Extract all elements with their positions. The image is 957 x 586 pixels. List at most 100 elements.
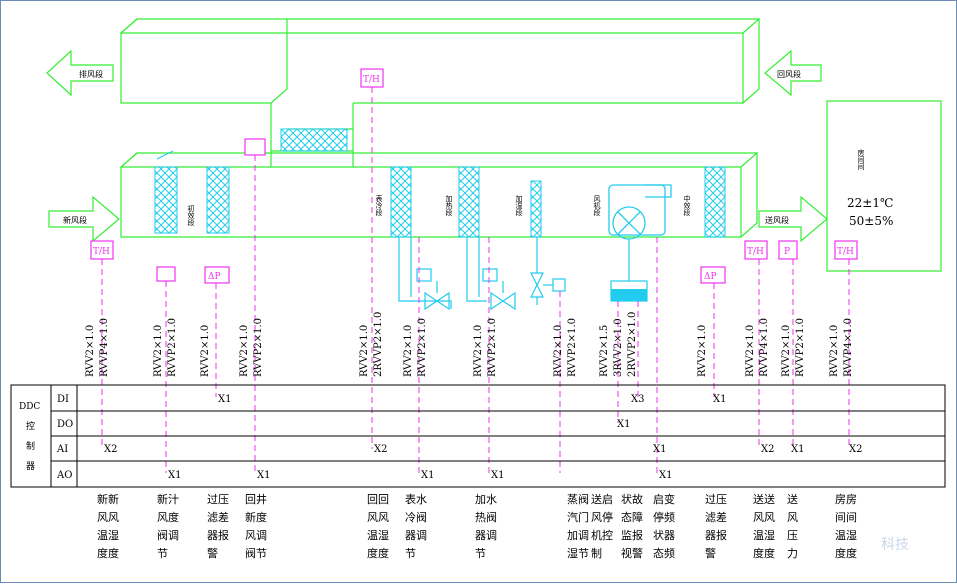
coarse-dp-sensor: ΔP bbox=[204, 266, 230, 284]
cable-spec: RVVP4×1.0 bbox=[759, 318, 770, 377]
return-air-label: 回风段 bbox=[777, 69, 801, 79]
point-description: 度度 bbox=[97, 546, 119, 560]
point-description: 节 bbox=[405, 547, 416, 560]
heater-label: 加热段 bbox=[445, 194, 453, 217]
point-description: 送启 bbox=[591, 492, 613, 506]
point-description: 度度 bbox=[753, 546, 775, 560]
point-description: 警 bbox=[207, 546, 218, 560]
room-temperature-setpoint: 22±1℃ bbox=[847, 196, 893, 210]
point-description: 蒸阀 bbox=[567, 492, 589, 506]
cable-spec: RVVP2×1.0 bbox=[167, 318, 178, 377]
cable-spec: RVVP2×1.0 bbox=[417, 318, 428, 377]
point-description: 送 bbox=[787, 492, 798, 506]
svg-text:T/H: T/H bbox=[363, 75, 380, 85]
point-description: 器报 bbox=[705, 528, 727, 542]
point-description: 压 bbox=[787, 529, 798, 542]
surface-cooler-coil bbox=[390, 166, 412, 238]
svg-text:T/H: T/H bbox=[837, 247, 854, 257]
point-description: 器调 bbox=[405, 529, 427, 542]
room-humidity-setpoint: 50±5% bbox=[849, 214, 893, 228]
point-description: 风风 bbox=[97, 511, 119, 524]
point-description: 表水 bbox=[405, 492, 427, 506]
ddc-point: X2 bbox=[374, 444, 387, 455]
heater-coil bbox=[458, 166, 480, 238]
point-description: 温湿 bbox=[835, 529, 857, 542]
mixing-damper bbox=[280, 128, 348, 152]
cable-spec: RVV2×1.0 bbox=[829, 325, 840, 377]
medium-filter bbox=[704, 166, 726, 238]
humidifier-label: 加湿段 bbox=[515, 194, 523, 217]
cable-labels: RVV2×1.0 RVVP4×1.0 RVV2×1.0 RVVP2×1.0 RVV2×1… bbox=[85, 312, 854, 377]
return-th-sensor: T/H bbox=[360, 68, 384, 88]
ddc-point: X2 bbox=[104, 444, 117, 455]
coarse-filter-coil bbox=[154, 150, 178, 234]
vfd-unit bbox=[610, 239, 648, 302]
point-description: 力 bbox=[787, 547, 798, 560]
ddc-point: X3 bbox=[631, 394, 644, 405]
point-description: 温湿 bbox=[97, 529, 119, 542]
point-description: 风调 bbox=[245, 529, 267, 542]
point-descriptions: 新新风风温湿度度 新汁风度阀调节 过压滤差器报警 回井新度风调阀节 回回风风温湿度度 表水… bbox=[97, 492, 857, 560]
cable-spec: RVV2×1.0 bbox=[473, 325, 484, 377]
cable-spec: RVV2×1.5 bbox=[599, 325, 610, 377]
cable-spec: RVV2×1.0 bbox=[200, 325, 211, 377]
point-description: 启变 bbox=[653, 492, 675, 506]
point-description: 回井 bbox=[245, 492, 267, 506]
humidifier-grid bbox=[530, 180, 542, 238]
fresh-air-label: 新风段 bbox=[63, 215, 87, 225]
mixing-damper-actuator bbox=[244, 138, 266, 156]
cable-spec: RVVP4×1.0 bbox=[99, 318, 110, 377]
cable-spec: RVV2×1.0 bbox=[85, 325, 96, 377]
point-description: 制 bbox=[591, 547, 602, 560]
point-description: 态障 bbox=[621, 510, 643, 524]
point-description: 过压 bbox=[705, 493, 727, 506]
svg-text:ΔP: ΔP bbox=[208, 272, 221, 282]
ddc-point: X2 bbox=[849, 444, 862, 455]
ddc-controller-table bbox=[10, 384, 946, 488]
cable-spec: RVV2×1.0 bbox=[239, 325, 250, 377]
svg-text:T/H: T/H bbox=[747, 247, 764, 257]
supply-air-label: 送风段 bbox=[765, 215, 789, 225]
damper-actuator bbox=[156, 266, 176, 282]
supply-th-sensor: T/H bbox=[744, 240, 768, 260]
ddc-row-label: AI bbox=[56, 444, 68, 455]
point-description: 温湿 bbox=[367, 529, 389, 542]
point-description: 湿节 bbox=[567, 547, 589, 560]
point-description: 节 bbox=[157, 547, 168, 560]
ddc-point: X1 bbox=[257, 470, 270, 481]
point-description: 加调 bbox=[567, 529, 589, 542]
point-description: 送送 bbox=[753, 492, 775, 506]
point-description: 风 bbox=[787, 511, 798, 524]
ddc-title: DDC 控制器 bbox=[19, 402, 40, 472]
svg-text:ΔP: ΔP bbox=[704, 272, 717, 282]
point-description: 风度 bbox=[157, 510, 179, 524]
cable-spec: RVV2×1.0 bbox=[359, 325, 370, 377]
point-description: 冷阀 bbox=[405, 510, 427, 524]
point-description: 机控 bbox=[591, 528, 613, 542]
pressure-sensor: P bbox=[778, 240, 798, 260]
cable-spec: RVV2×1.0 bbox=[553, 325, 564, 377]
room-th-sensor: T/H bbox=[834, 240, 858, 260]
cable-spec: 3RVV2×1.0 bbox=[613, 318, 624, 377]
point-description: 加水 bbox=[475, 493, 497, 506]
cable-spec: RVVP2×1.0 bbox=[567, 318, 578, 377]
point-description: 过压 bbox=[207, 493, 229, 506]
ddc-point: X1 bbox=[659, 470, 672, 481]
point-description: 度度 bbox=[835, 546, 857, 560]
medium-dp-sensor: ΔP bbox=[700, 266, 726, 284]
point-description: 视警 bbox=[621, 546, 643, 560]
cable-spec: RVVP2×1.0 bbox=[795, 318, 806, 377]
svg-text:P: P bbox=[784, 247, 790, 257]
point-description: 节 bbox=[475, 547, 486, 560]
coarse-filter bbox=[206, 166, 230, 234]
ddc-point: X1 bbox=[218, 394, 231, 405]
cooling-valve-piping bbox=[398, 237, 452, 311]
svg-text:T/H: T/H bbox=[93, 247, 110, 257]
point-description: 阀调 bbox=[157, 528, 179, 542]
point-description: 房房 bbox=[835, 493, 857, 506]
point-description: 风停 bbox=[591, 510, 613, 524]
point-description: 热阀 bbox=[475, 510, 497, 524]
cable-spec: RVVP2×1.0 bbox=[487, 318, 498, 377]
point-description: 监报 bbox=[621, 528, 643, 542]
ddc-points: X1 X2 X1 X1 X2 X1 X1 X3 X1 X1 X1 X1 X2 X1 X2 bbox=[104, 394, 862, 481]
